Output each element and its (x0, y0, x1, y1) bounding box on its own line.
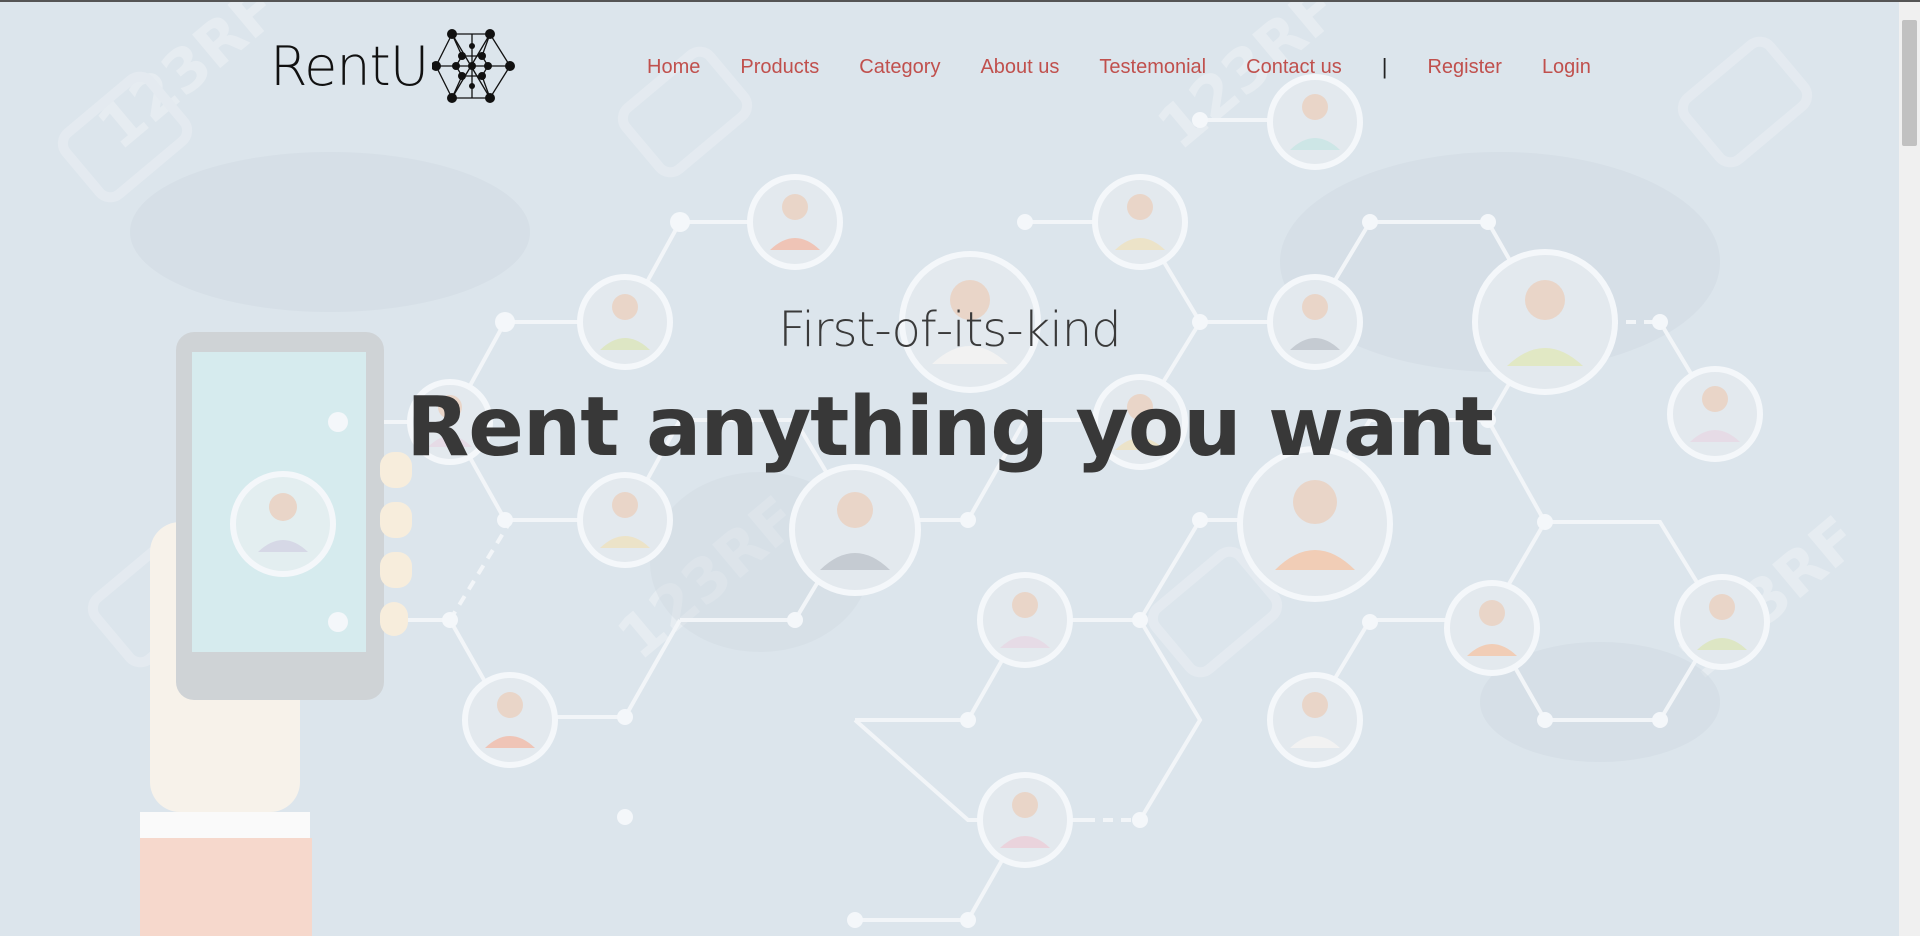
scrollbar-thumb[interactable] (1902, 20, 1917, 146)
nav-category[interactable]: Category (859, 56, 940, 79)
nav-about-us[interactable]: About us (980, 56, 1059, 79)
hero-subtitle: First-of-its-kind (778, 302, 1121, 358)
avatar-icon (462, 672, 558, 768)
brand-logo[interactable]: RentU (270, 26, 516, 106)
hero-headline: Rent anything you want (406, 380, 1494, 475)
shirt-cuff (140, 812, 310, 838)
finger (380, 552, 412, 588)
finger (380, 502, 412, 538)
avatar-icon (1674, 574, 1770, 670)
sleeve (140, 838, 312, 936)
avatar-icon (1267, 672, 1363, 768)
nav-login[interactable]: Login (1542, 56, 1591, 79)
nav-home[interactable]: Home (647, 56, 700, 79)
avatar-icon (789, 464, 921, 596)
brand-name: RentU (270, 34, 429, 98)
avatar-icon (577, 472, 673, 568)
nav-separator: | (1381, 54, 1388, 79)
avatar-icon (1444, 580, 1540, 676)
avatar-icon (977, 772, 1073, 868)
nav-products[interactable]: Products (740, 56, 819, 79)
avatar-icon (747, 174, 843, 270)
nav-register[interactable]: Register (1427, 56, 1501, 79)
network-logo-icon (432, 29, 516, 103)
avatar-icon (1267, 74, 1363, 170)
avatar-icon (1092, 174, 1188, 270)
main-nav: Home Products Category About us Testemon… (647, 54, 1631, 80)
nav-testemonial[interactable]: Testemonial (1099, 56, 1206, 79)
hero-section: 123RF 123RF 123RF 123RF RentU Home Produ… (0, 2, 1899, 936)
nav-contact-us[interactable]: Contact us (1246, 56, 1342, 79)
finger (380, 602, 408, 636)
avatar-icon (977, 572, 1073, 668)
